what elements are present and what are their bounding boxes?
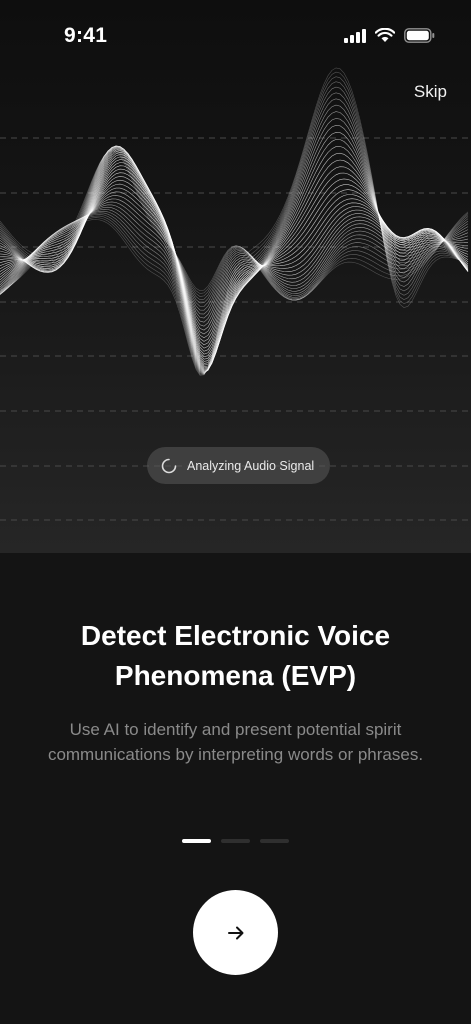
analyzing-status-pill: Analyzing Audio Signal [147, 447, 330, 484]
pagination-dot [260, 839, 289, 843]
hero-visual: 9:41 Skip Analyzing Audio Signal [0, 0, 471, 553]
waveform-strand [0, 165, 469, 360]
status-time: 9:41 [64, 24, 108, 47]
analyzing-status-label: Analyzing Audio Signal [187, 458, 315, 473]
waveform-strand [0, 139, 469, 371]
waveform-strand [0, 67, 469, 376]
battery-icon [404, 28, 435, 43]
pagination-dot [182, 839, 211, 843]
status-bar: 9:41 [0, 0, 471, 70]
waveform-strand [0, 86, 469, 375]
loading-spinner-icon [161, 458, 177, 473]
status-icons [344, 28, 435, 43]
waveform-strand [0, 76, 469, 375]
cellular-signal-icon [344, 28, 366, 43]
waveform-strand [0, 159, 469, 355]
pagination-dot [221, 839, 250, 843]
page-title: Detect Electronic Voice Phenomena (EVP) [80, 620, 391, 691]
next-button[interactable] [193, 890, 278, 975]
waveform-strand [0, 172, 469, 364]
pagination-indicator [182, 839, 289, 843]
arrow-right-icon [227, 926, 243, 939]
page-description: Use AI to identify and present potential… [47, 720, 424, 764]
wifi-icon [375, 28, 395, 42]
skip-button[interactable]: Skip [414, 82, 447, 102]
waveform-strand [0, 162, 469, 358]
